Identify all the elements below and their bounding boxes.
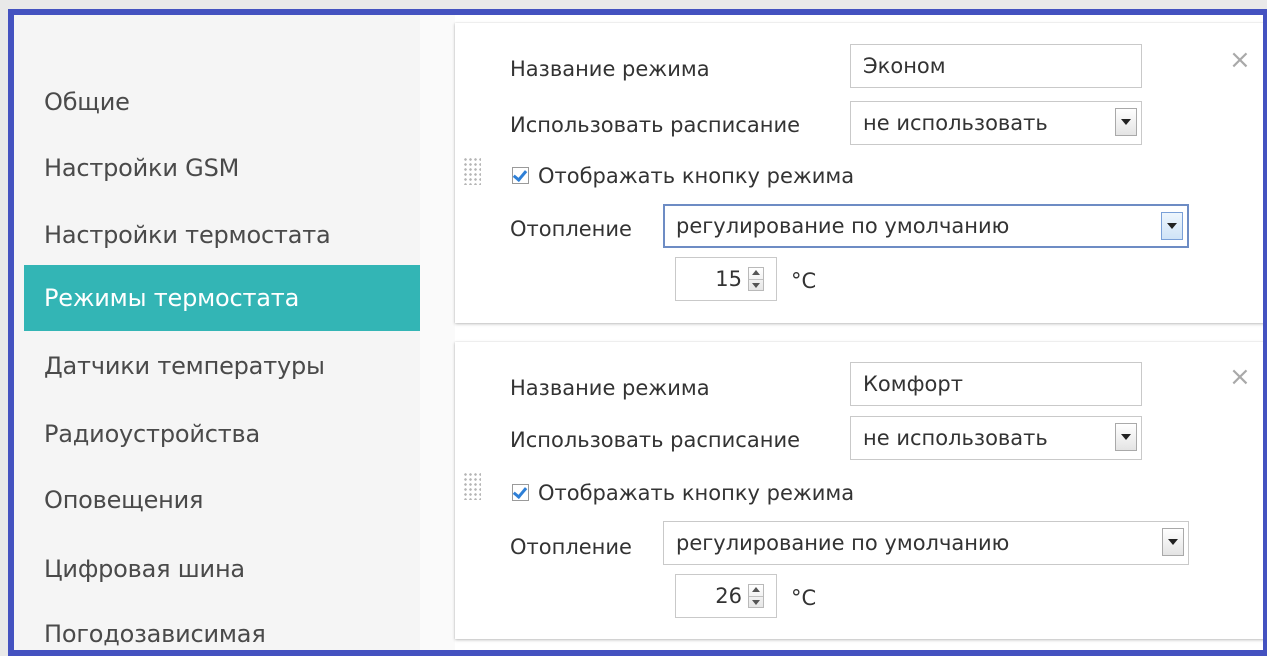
mode-name-label: Название режима <box>510 376 710 400</box>
heating-label: Отопление <box>510 217 632 241</box>
sidebar-item-label: Датчики температуры <box>44 352 325 380</box>
sidebar-item-label: Настройки термостата <box>44 221 331 249</box>
schedule-select[interactable]: не использовать <box>850 101 1142 145</box>
mode-name-label: Название режима <box>510 57 710 81</box>
heating-select[interactable]: регулирование по умолчанию <box>663 204 1189 248</box>
sidebar-item-radio-devices[interactable]: Радиоустройства <box>24 401 420 467</box>
heating-select-value: регулирование по умолчанию <box>676 531 1010 555</box>
show-button-label: Отображать кнопку режима <box>538 164 855 188</box>
sidebar-item-weather-dependent[interactable]: Погодозависимая <box>24 601 420 650</box>
show-button-checkbox[interactable] <box>512 483 529 501</box>
chevron-down-icon[interactable] <box>1115 108 1137 136</box>
sidebar-item-thermostat-modes[interactable]: Режимы термостата <box>24 265 420 331</box>
sidebar-item-label: Общие <box>44 88 130 116</box>
content-gutter <box>420 15 455 650</box>
temperature-unit: °C <box>791 586 817 610</box>
temperature-value: 26 <box>715 584 742 608</box>
stepper-arrows-icon[interactable] <box>748 267 764 291</box>
sidebar-item-temperature-sensors[interactable]: Датчики температуры <box>24 333 420 399</box>
sidebar-item-label: Радиоустройства <box>44 420 260 448</box>
mode-card: Название режима Эконом × Использовать ра… <box>455 23 1265 323</box>
chevron-down-icon[interactable] <box>1161 212 1183 240</box>
sidebar-item-label: Режимы термостата <box>44 284 300 312</box>
checkmark-icon <box>512 166 528 183</box>
mode-name-input[interactable]: Эконом <box>850 44 1142 88</box>
sidebar-item-label: Погодозависимая <box>44 620 266 648</box>
temperature-stepper[interactable]: 26 <box>675 574 777 618</box>
temperature-unit: °C <box>791 269 817 293</box>
highlight-frame-left <box>8 9 14 656</box>
schedule-select-value: не использовать <box>863 426 1048 450</box>
show-button-label: Отображать кнопку режима <box>538 481 855 505</box>
highlight-frame-bottom <box>8 650 1267 656</box>
sidebar-item-general[interactable]: Общие <box>24 69 420 135</box>
highlight-frame-top <box>8 9 1267 15</box>
settings-sidebar: Общие Настройки GSM Настройки термостата… <box>14 15 420 650</box>
schedule-select[interactable]: не использовать <box>850 416 1142 460</box>
close-icon[interactable]: × <box>1229 364 1251 390</box>
mode-card: Название режима Комфорт × Использовать р… <box>455 342 1265 639</box>
heating-select[interactable]: регулирование по умолчанию <box>663 521 1189 565</box>
sidebar-item-label: Цифровая шина <box>44 555 245 583</box>
temperature-value: 15 <box>715 267 742 291</box>
mode-name-input[interactable]: Комфорт <box>850 362 1142 406</box>
stepper-arrows-icon[interactable] <box>748 584 764 608</box>
sidebar-item-thermostat-settings[interactable]: Настройки термостата <box>24 202 420 268</box>
schedule-label: Использовать расписание <box>510 428 801 452</box>
sidebar-item-gsm[interactable]: Настройки GSM <box>24 135 420 201</box>
sidebar-item-notifications[interactable]: Оповещения <box>24 467 420 533</box>
highlight-frame-right <box>1263 9 1267 656</box>
sidebar-item-label: Настройки GSM <box>44 154 240 182</box>
sidebar-item-digital-bus[interactable]: Цифровая шина <box>24 536 420 602</box>
checkmark-icon <box>512 483 528 500</box>
heating-label: Отопление <box>510 535 632 559</box>
heating-select-value: регулирование по умолчанию <box>676 214 1010 238</box>
chevron-down-icon[interactable] <box>1162 528 1184 556</box>
sidebar-item-label: Оповещения <box>44 486 204 514</box>
temperature-stepper[interactable]: 15 <box>675 257 777 301</box>
chevron-down-icon[interactable] <box>1115 423 1137 451</box>
window-frame-left <box>0 0 8 656</box>
schedule-select-value: не использовать <box>863 111 1048 135</box>
show-button-checkbox[interactable] <box>512 166 529 184</box>
schedule-label: Использовать расписание <box>510 113 801 137</box>
close-icon[interactable]: × <box>1229 47 1251 73</box>
drag-handle-icon[interactable] <box>463 157 481 185</box>
drag-handle-icon[interactable] <box>463 472 481 500</box>
